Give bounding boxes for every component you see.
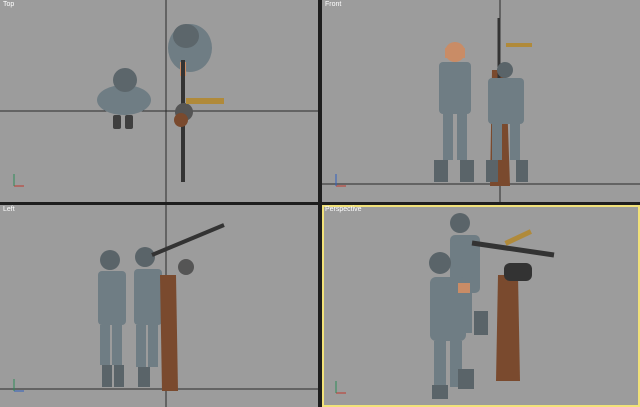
machine-gun-model [151, 223, 225, 275]
axis-gizmo-icon [335, 381, 346, 394]
machine-gun-model [471, 229, 555, 281]
soldier-1-model [97, 68, 151, 129]
viewport-perspective-scene [335, 213, 555, 399]
machine-gun-model [174, 60, 224, 182]
viewport-top-scene [0, 0, 318, 202]
axis-gizmo-icon [13, 174, 24, 187]
soldier-2-model [168, 24, 212, 76]
soldier-1-model [434, 42, 474, 182]
viewport-left-scene [0, 205, 318, 407]
tree-stump-model [160, 275, 178, 391]
viewport-top[interactable]: Top [0, 0, 318, 202]
viewport-front[interactable]: Front [322, 0, 640, 202]
soldier-1-model [98, 250, 126, 387]
viewport-left[interactable]: Left [0, 205, 318, 407]
viewport-front-scene [322, 0, 640, 202]
soldier-2-model [134, 247, 162, 387]
tree-stump-model [496, 275, 520, 381]
viewport-perspective[interactable]: Perspective [322, 205, 640, 407]
